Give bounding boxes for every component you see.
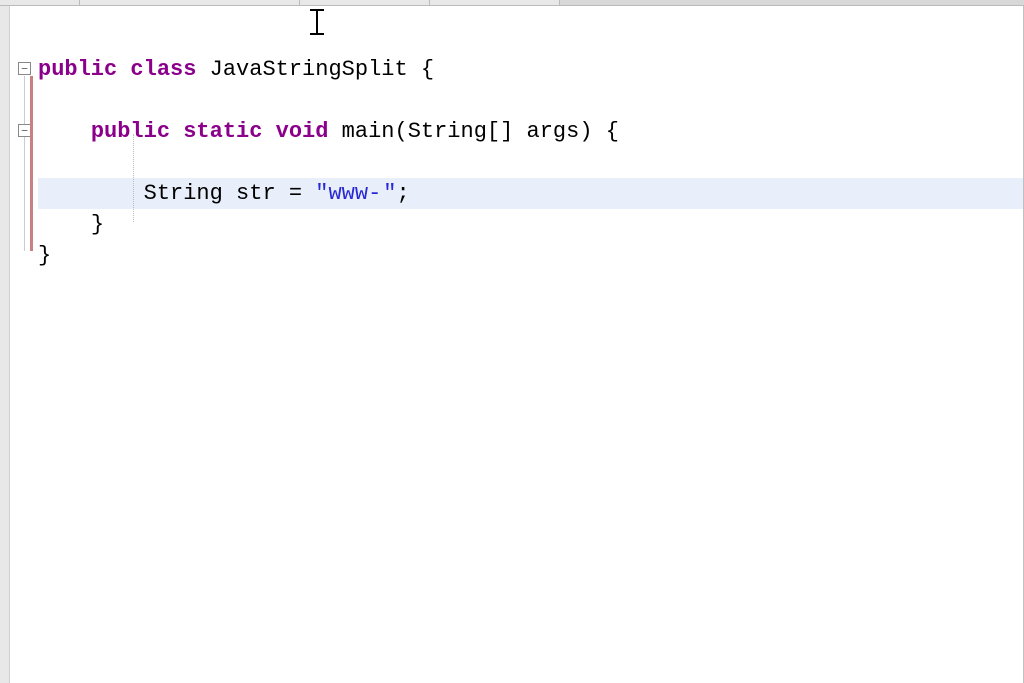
brace: { — [421, 57, 434, 82]
brace: } — [38, 243, 51, 268]
tab-1[interactable] — [0, 0, 80, 5]
indent-guide — [133, 134, 134, 222]
var-type: String — [144, 181, 223, 206]
tab-4[interactable] — [430, 0, 560, 5]
equals: = — [289, 181, 302, 206]
tab-3[interactable] — [300, 0, 430, 5]
keyword-public: public — [91, 119, 170, 144]
keyword-class: class — [130, 57, 196, 82]
brace: } — [91, 212, 104, 237]
param-name: args — [527, 119, 580, 144]
paren-close: ) — [579, 119, 592, 144]
code-line-2[interactable]: public static void main(String[] args) { — [38, 116, 1023, 147]
code-line-1[interactable]: public class JavaStringSplit { — [38, 54, 1023, 85]
keyword-void: void — [276, 119, 329, 144]
keyword-static: static — [183, 119, 262, 144]
code-line-3-active[interactable]: String str = "www-"; — [38, 178, 1023, 209]
code-line-5[interactable]: } — [38, 240, 1023, 271]
fold-line-outer — [24, 76, 25, 251]
brace: { — [606, 119, 619, 144]
method-name: main — [342, 119, 395, 144]
string-open: " — [315, 181, 328, 206]
param-type: String[] — [408, 119, 514, 144]
string-close: " — [383, 181, 396, 206]
code-line-4[interactable]: } — [38, 209, 1023, 240]
fold-gutter: − − — [10, 6, 38, 683]
code-content[interactable]: public class JavaStringSplit { public st… — [38, 6, 1023, 683]
class-name: JavaStringSplit — [210, 57, 408, 82]
change-bar — [30, 76, 33, 251]
keyword-public: public — [38, 57, 117, 82]
editor-main: − − public class JavaStringSplit { publi… — [0, 6, 1024, 683]
tab-2[interactable] — [80, 0, 300, 5]
code-line-blank[interactable] — [38, 85, 1023, 116]
var-name: str — [236, 181, 276, 206]
semicolon: ; — [396, 181, 409, 206]
caret — [381, 179, 383, 203]
code-editor[interactable]: − − public class JavaStringSplit { publi… — [10, 6, 1024, 683]
fold-toggle-class[interactable]: − — [18, 62, 31, 75]
code-line-blank[interactable] — [38, 147, 1023, 178]
string-value: www- — [328, 181, 381, 206]
text-cursor-icon — [310, 9, 324, 35]
paren-open: ( — [394, 119, 407, 144]
left-margin — [0, 6, 10, 683]
